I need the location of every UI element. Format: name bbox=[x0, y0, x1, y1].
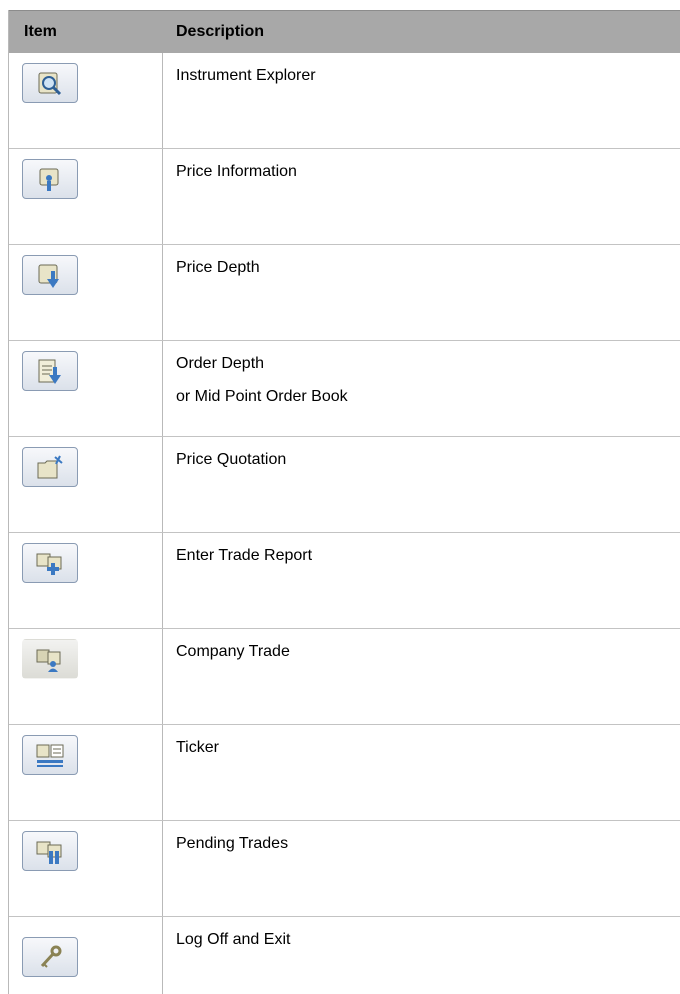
toolbar-items-table: Item Description Instrument Explorer Pri… bbox=[8, 10, 680, 994]
ticker-icon bbox=[36, 744, 64, 767]
company-trade-button[interactable] bbox=[22, 639, 78, 679]
row-description: Price Quotation bbox=[176, 451, 287, 468]
header-item: Item bbox=[24, 23, 57, 40]
enter-trade-report-button[interactable] bbox=[22, 543, 78, 583]
table-row: Ticker bbox=[9, 725, 680, 821]
log-off-exit-icon bbox=[40, 945, 62, 968]
row-description: Log Off and Exit bbox=[176, 931, 291, 948]
row-description: Order Depth bbox=[176, 355, 265, 372]
price-quotation-button[interactable] bbox=[22, 447, 78, 487]
price-information-icon bbox=[39, 168, 59, 191]
row-description: Price Depth bbox=[176, 259, 260, 276]
company-trade-icon bbox=[36, 649, 61, 672]
table-row: Enter Trade Report bbox=[9, 533, 680, 629]
row-description: Company Trade bbox=[176, 643, 290, 660]
order-depth-button[interactable] bbox=[22, 351, 78, 391]
row-description: Price Information bbox=[176, 163, 297, 180]
table-row: Price Information bbox=[9, 149, 680, 245]
row-description: Instrument Explorer bbox=[176, 67, 316, 84]
table-row: Price Quotation bbox=[9, 437, 680, 533]
row-description: Enter Trade Report bbox=[176, 547, 313, 564]
enter-trade-report-icon bbox=[36, 553, 62, 575]
ticker-button[interactable] bbox=[22, 735, 78, 775]
header-description: Description bbox=[176, 23, 265, 40]
instrument-explorer-icon bbox=[38, 72, 62, 96]
table-row: Pending Trades bbox=[9, 821, 680, 917]
table-row: Instrument Explorer bbox=[9, 53, 680, 149]
table-row: Log Off and Exit bbox=[9, 917, 680, 994]
instrument-explorer-button[interactable] bbox=[22, 63, 78, 103]
row-description: Ticker bbox=[176, 739, 219, 756]
price-depth-button[interactable] bbox=[22, 255, 78, 295]
log-off-exit-button[interactable] bbox=[22, 937, 78, 977]
pending-trades-icon bbox=[36, 841, 62, 864]
table-row: Order Depth or Mid Point Order Book bbox=[9, 341, 680, 437]
table-row: Price Depth bbox=[9, 245, 680, 341]
row-description: Pending Trades bbox=[176, 835, 289, 852]
pending-trades-button[interactable] bbox=[22, 831, 78, 871]
row-description-line2: or Mid Point Order Book bbox=[176, 388, 348, 405]
table-row: Company Trade bbox=[9, 629, 680, 725]
price-information-button[interactable] bbox=[22, 159, 78, 199]
table-header: Item Description bbox=[9, 10, 680, 53]
order-depth-icon bbox=[38, 359, 61, 384]
price-depth-icon bbox=[38, 264, 59, 288]
price-quotation-icon bbox=[37, 455, 63, 479]
